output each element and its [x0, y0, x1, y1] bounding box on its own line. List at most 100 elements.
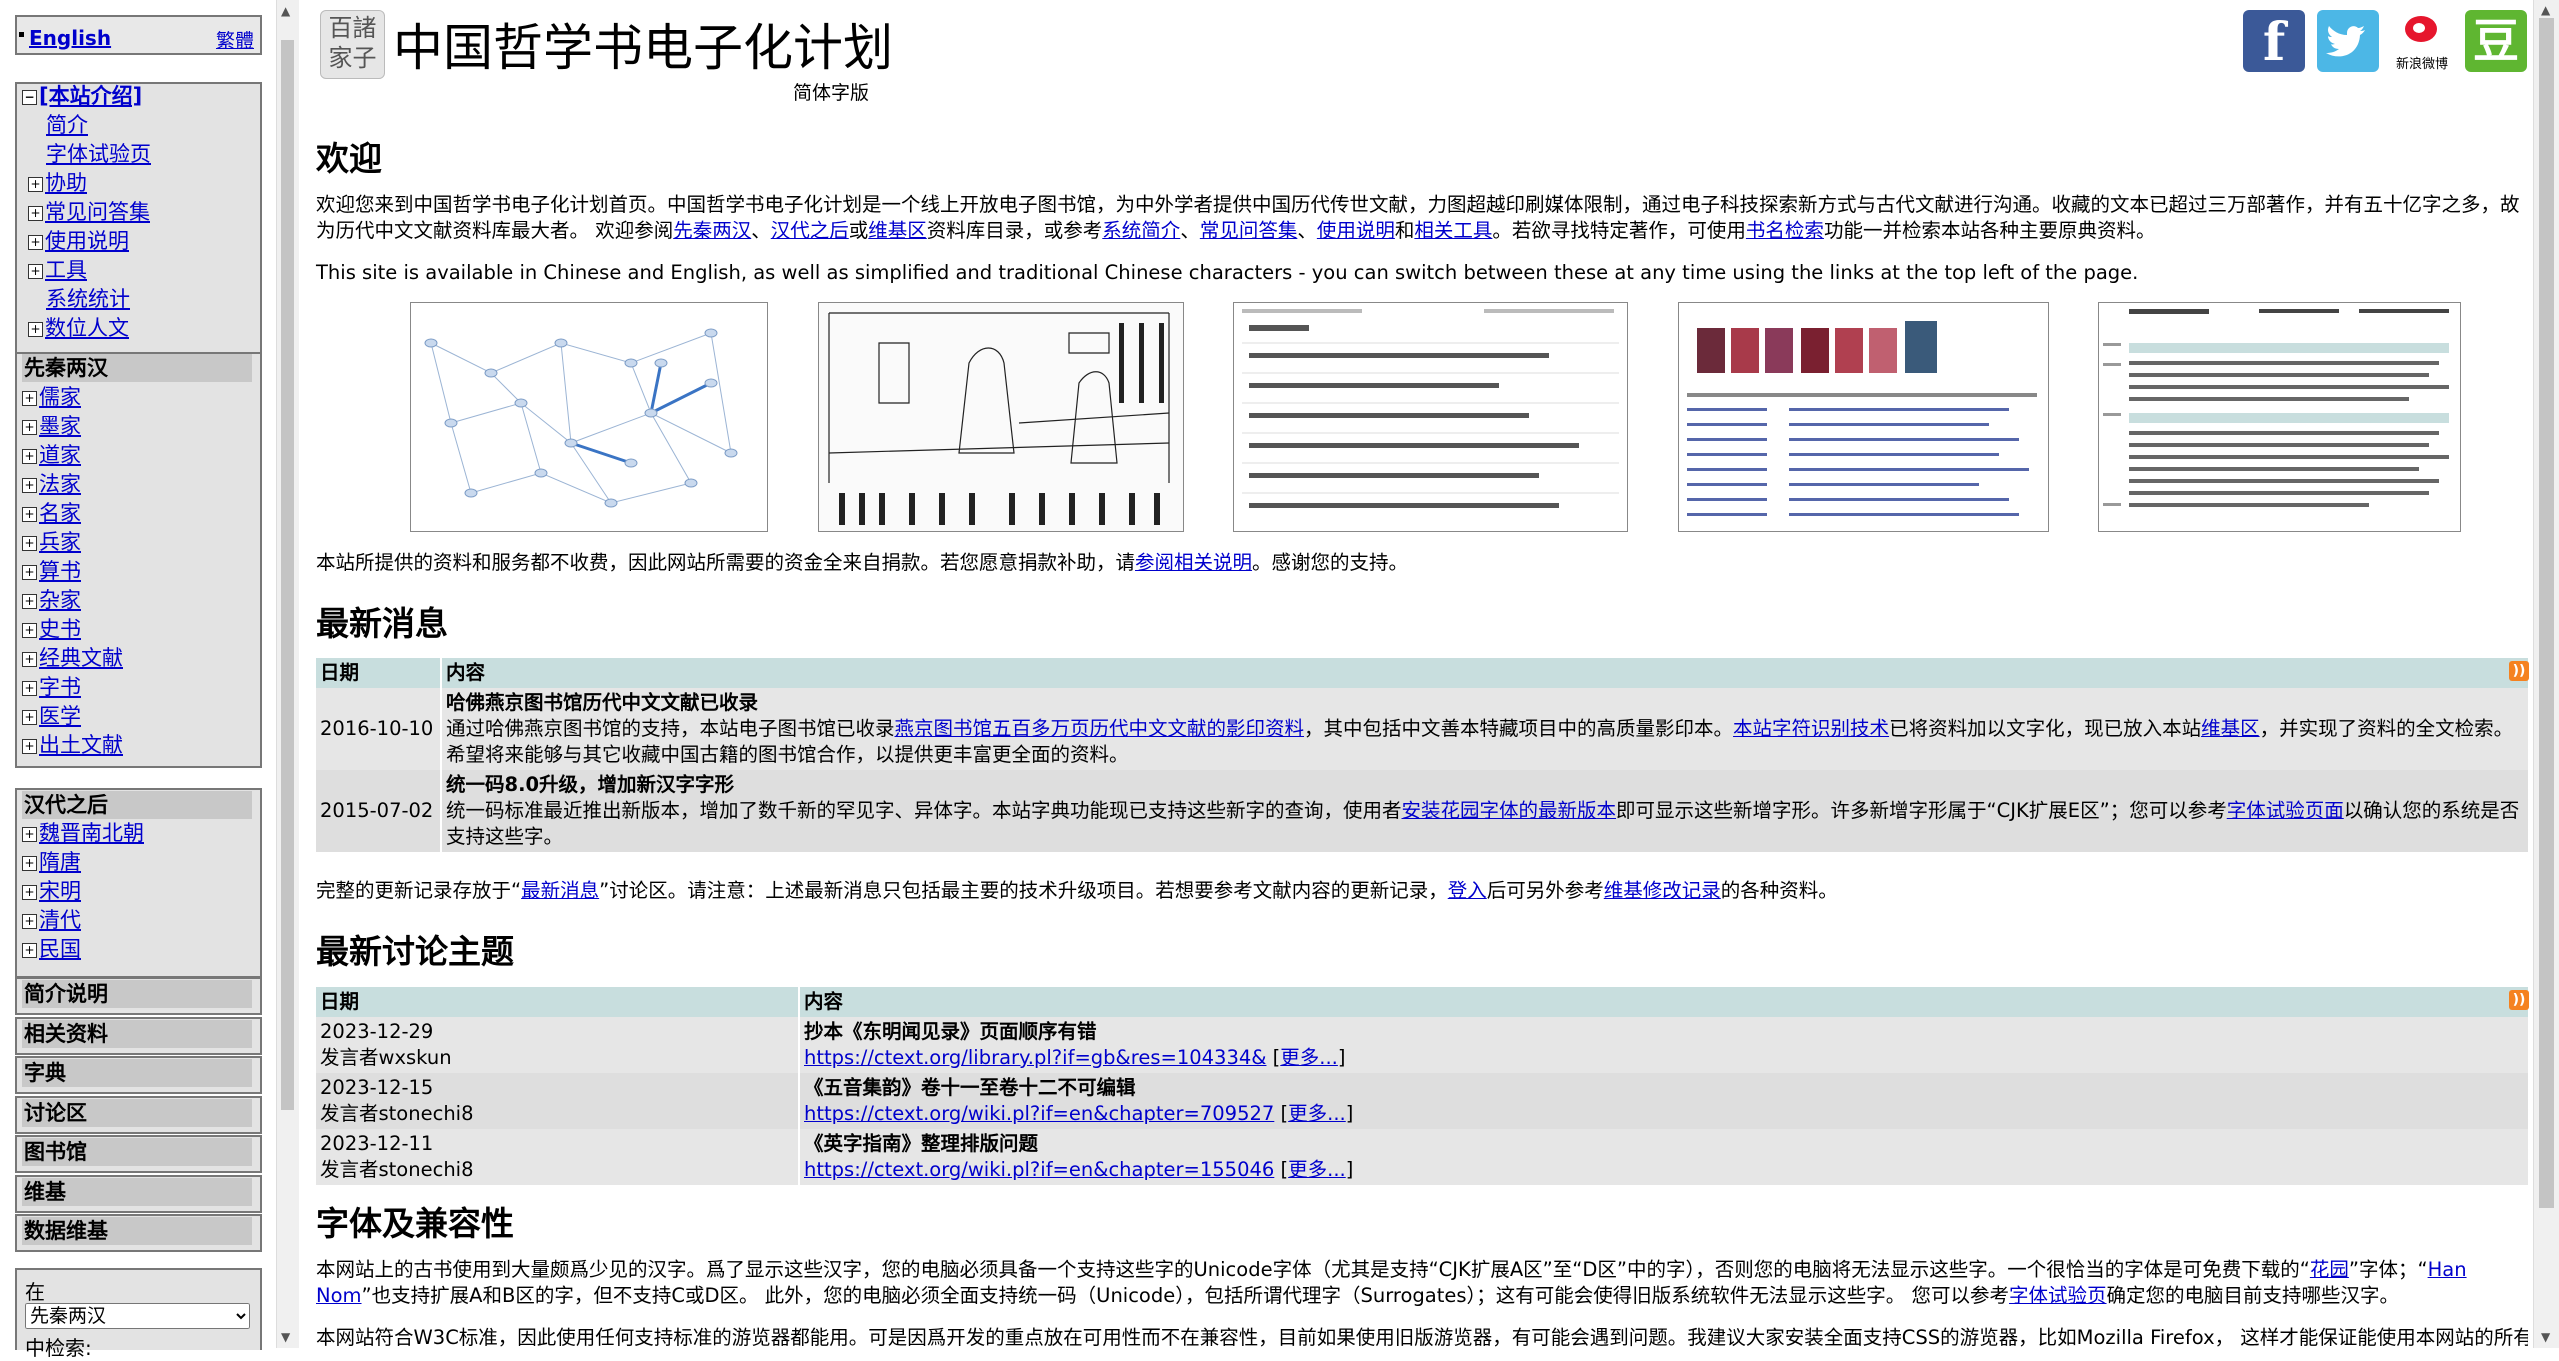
expand-icon[interactable]: + — [22, 652, 37, 667]
sidebar-scroll-thumb[interactable] — [281, 40, 294, 1110]
expand-icon[interactable]: + — [22, 478, 37, 493]
sidebar-item-pre-qin-label[interactable]: 杂家 — [39, 588, 81, 612]
sidebar-item-intro[interactable]: + 工具 — [28, 257, 87, 284]
sidebar-item-pre-qin-label[interactable]: 史书 — [39, 617, 81, 641]
sidebar-item-pre-qin-label[interactable]: 经典文献 — [39, 646, 123, 670]
lang-english-link[interactable]: English — [29, 26, 111, 50]
discussion-more-link[interactable]: 更多... — [1280, 1046, 1338, 1069]
expand-icon[interactable]: + — [22, 943, 37, 958]
sidebar-item-intro-label[interactable]: 字体试验页 — [46, 142, 151, 166]
sidebar-item-pre-qin[interactable]: + 法家 — [22, 471, 81, 498]
link-tools[interactable]: 相关工具 — [1414, 219, 1492, 242]
sidebar-item-intro-label[interactable]: 使用说明 — [45, 229, 129, 253]
sidebar-item-post-han-label[interactable]: 民国 — [39, 937, 81, 961]
text-page-image[interactable] — [1233, 302, 1628, 532]
expand-icon[interactable]: + — [22, 914, 37, 929]
discussion-more-link[interactable]: 更多... — [1288, 1158, 1346, 1181]
sidebar-item-post-han-label[interactable]: 宋明 — [39, 879, 81, 903]
collapse-icon[interactable]: − — [22, 90, 37, 105]
news-link[interactable]: 燕京图书馆五百多万页历代中文文献的影印资料 — [895, 717, 1305, 740]
weibo-icon[interactable]: 新浪微博 — [2391, 10, 2453, 72]
sidebar-item-intro[interactable]: + 常见问答集 — [28, 199, 150, 226]
sidebar-item-intro[interactable]: + 协助 — [28, 170, 87, 197]
sidebar-item-intro-label[interactable]: 协助 — [45, 171, 87, 195]
sidebar-item-pre-qin[interactable]: + 墨家 — [22, 413, 81, 440]
sidebar-item-post-han-label[interactable]: 魏晋南北朝 — [39, 821, 144, 845]
login-link[interactable]: 登入 — [1448, 879, 1487, 902]
expand-icon[interactable]: + — [28, 322, 43, 337]
lang-traditional-link[interactable]: 繁體 — [216, 26, 254, 53]
sidebar-item-pre-qin[interactable]: + 杂家 — [22, 587, 81, 614]
sidebar-item-intro-label[interactable]: 工具 — [45, 258, 87, 282]
expand-icon[interactable]: + — [22, 885, 37, 900]
expand-icon[interactable]: + — [22, 507, 37, 522]
sidebar-item-pre-qin-label[interactable]: 兵家 — [39, 530, 81, 554]
font-test-link[interactable]: 字体试验页 — [2009, 1284, 2107, 1307]
link-book-search[interactable]: 书名检索 — [1746, 219, 1824, 242]
sidebar-item-intro-label[interactable]: 常见问答集 — [45, 200, 150, 224]
sidebar-item-pre-qin-label[interactable]: 道家 — [39, 443, 81, 467]
search-scope-select[interactable]: 先秦两汉 — [25, 1303, 250, 1329]
link-help[interactable]: 使用说明 — [1317, 219, 1395, 242]
sidebar-section-link[interactable]: 讨论区 — [22, 1098, 252, 1127]
sidebar-item-pre-qin[interactable]: + 算书 — [22, 558, 81, 585]
network-graph-image[interactable] — [410, 302, 768, 532]
sidebar-item-pre-qin[interactable]: + 名家 — [22, 500, 81, 527]
scroll-down-icon[interactable]: ▼ — [281, 1330, 290, 1344]
expand-icon[interactable]: + — [28, 235, 43, 250]
main-scrollbar[interactable]: ▲ ▼ — [2533, 0, 2559, 1348]
scroll-down-icon[interactable]: ▼ — [2541, 1330, 2550, 1344]
sidebar-item-post-han-label[interactable]: 隋唐 — [39, 850, 81, 874]
sidebar-item-intro-label[interactable]: 简介 — [46, 113, 88, 137]
sidebar-section-link[interactable]: 简介说明 — [22, 980, 252, 1008]
sidebar-item-pre-qin[interactable]: + 儒家 — [22, 384, 81, 411]
sidebar-item-pre-qin[interactable]: + 出土文献 — [22, 732, 123, 759]
expand-icon[interactable]: + — [28, 177, 43, 192]
expand-icon[interactable]: + — [22, 681, 37, 696]
post-han-heading[interactable]: 汉代之后 — [22, 791, 252, 819]
sidebar-item-pre-qin-label[interactable]: 儒家 — [39, 385, 81, 409]
news-link[interactable]: 安装花园字体的最新版本 — [1402, 799, 1617, 822]
news-link[interactable]: 字体试验页面 — [2227, 799, 2344, 822]
news-link[interactable]: 维基区 — [2201, 717, 2260, 740]
woodblock-print-image[interactable] — [818, 302, 1184, 532]
sidebar-item-pre-qin-label[interactable]: 算书 — [39, 559, 81, 583]
sidebar-section-link[interactable]: 相关资料 — [22, 1019, 252, 1048]
sidebar-item-pre-qin-label[interactable]: 医学 — [39, 704, 81, 728]
sidebar-item-post-han[interactable]: + 宋明 — [22, 878, 81, 905]
expand-icon[interactable]: + — [28, 264, 43, 279]
sidebar-scrollbar[interactable]: ▲ ▼ — [276, 0, 299, 1348]
douban-icon[interactable]: 豆 — [2465, 10, 2527, 72]
link-wiki[interactable]: 维基区 — [868, 219, 927, 242]
sidebar-item-pre-qin[interactable]: + 史书 — [22, 616, 81, 643]
expand-icon[interactable]: + — [22, 856, 37, 871]
discussion-more-link[interactable]: 更多... — [1288, 1102, 1346, 1125]
intro-group[interactable]: − [本站介绍] — [22, 83, 142, 110]
news-forum-link[interactable]: 最新消息 — [521, 879, 599, 902]
sidebar-section-link[interactable]: 图书馆 — [22, 1138, 252, 1166]
sidebar-item-intro-label[interactable]: 数位人文 — [45, 316, 129, 340]
sidebar-item-intro[interactable]: 系统统计 — [28, 286, 130, 313]
site-logo[interactable]: 百諸家子 — [320, 10, 385, 79]
sidebar-item-pre-qin-label[interactable]: 字书 — [39, 675, 81, 699]
main-scroll-thumb[interactable] — [2539, 18, 2554, 1208]
scroll-up-icon[interactable]: ▲ — [281, 4, 290, 18]
expand-icon[interactable]: + — [22, 449, 37, 464]
sidebar-section-link[interactable]: 维基 — [22, 1177, 252, 1206]
sidebar-item-intro[interactable]: 简介 — [28, 112, 88, 139]
discussion-url[interactable]: https://ctext.org/wiki.pl?if=en&chapter=… — [804, 1102, 1274, 1125]
intro-group-label[interactable]: [本站介绍] — [39, 84, 142, 108]
expand-icon[interactable]: + — [22, 594, 37, 609]
sidebar-section-link[interactable]: 字典 — [22, 1059, 252, 1087]
wiki-changes-link[interactable]: 维基修改记录 — [1604, 879, 1721, 902]
sidebar-item-pre-qin-label[interactable]: 墨家 — [39, 414, 81, 438]
twitter-icon[interactable] — [2317, 10, 2379, 72]
sidebar-item-post-han[interactable]: + 清代 — [22, 907, 81, 934]
link-faq[interactable]: 常见问答集 — [1200, 219, 1298, 242]
sidebar-item-pre-qin[interactable]: + 字书 — [22, 674, 81, 701]
sidebar-item-pre-qin[interactable]: + 道家 — [22, 442, 81, 469]
sidebar-item-pre-qin[interactable]: + 兵家 — [22, 529, 81, 556]
sidebar-item-pre-qin[interactable]: + 经典文献 — [22, 645, 123, 672]
discussion-url[interactable]: https://ctext.org/wiki.pl?if=en&chapter=… — [804, 1158, 1274, 1181]
expand-icon[interactable]: + — [22, 710, 37, 725]
